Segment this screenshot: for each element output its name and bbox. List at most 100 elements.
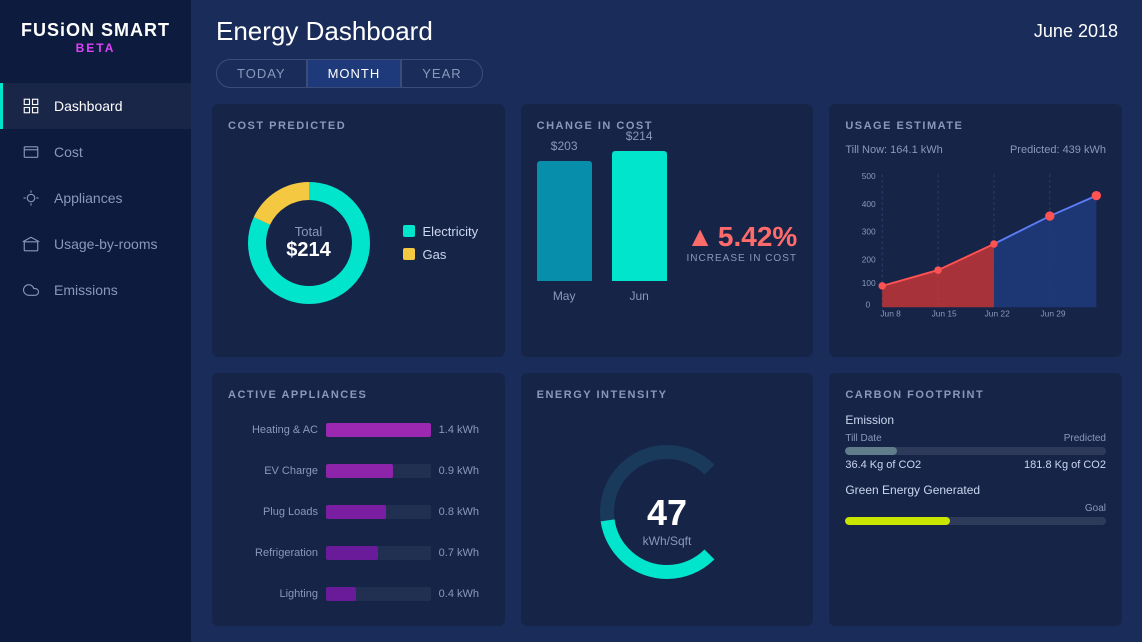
donut-label: Total [286,224,331,239]
dashboard-icon [20,95,42,117]
header-top: Energy Dashboard June 2018 [216,16,1118,47]
appliance-value-lighting: 0.4 kWh [439,588,489,600]
cost-predicted-card: COST PREDICTED Total $214 [212,104,505,357]
appliance-bar-bg-refrigeration [326,546,431,560]
appliance-row-plug: Plug Loads 0.8 kWh [228,505,489,519]
change-content: $203 May $214 Jun ▲5.42% INCREASE IN COS… [537,144,798,341]
sidebar-item-label-cost: Cost [54,144,83,160]
bar-may-label: May [553,289,576,303]
sidebar-item-label-dashboard: Dashboard [54,98,123,114]
till-date-label: Till Date [845,433,881,444]
appliance-bar-fill-lighting [326,587,356,601]
green-energy-section: Green Energy Generated Goal [845,483,1106,529]
beta-label: BETA [20,41,171,55]
change-desc: INCREASE IN COST [686,253,797,264]
sidebar-item-appliances[interactable]: Appliances [0,175,191,221]
cost-icon [20,141,42,163]
appliance-bar-fill-refrigeration [326,546,378,560]
main-content: Energy Dashboard June 2018 TODAY MONTH Y… [192,0,1142,642]
sidebar-item-usage-by-rooms[interactable]: Usage-by-rooms [0,221,191,267]
appliance-bar-bg-lighting [326,587,431,601]
energy-intensity-content: 47 kWh/Sqft [537,413,798,610]
bar-jun-fill [612,151,667,281]
sidebar-item-label-emissions: Emissions [54,282,118,298]
till-now-label: Till Now: 164.1 kWh [845,144,942,156]
svg-text:100: 100 [862,278,876,288]
legend-gas: Gas [403,247,479,262]
usage-rooms-icon [20,233,42,255]
svg-text:400: 400 [862,199,876,209]
appliance-name-lighting: Lighting [228,588,318,600]
sidebar-item-emissions[interactable]: Emissions [0,267,191,313]
emission-bar-fill [845,447,897,455]
electricity-dot [403,225,415,237]
tab-year[interactable]: YEAR [401,59,482,88]
usage-estimate-title: USAGE ESTIMATE [845,120,1106,132]
gauge-chart: 47 kWh/Sqft [587,432,747,592]
svg-text:Jun 22: Jun 22 [985,309,1010,319]
appliance-bar-bg-heating [326,423,431,437]
carbon-footprint-card: CARBON FOOTPRINT Emission Till Date Pred… [829,373,1122,626]
dashboard-grid: COST PREDICTED Total $214 [192,88,1142,642]
emission-predicted: 181.8 Kg of CO2 [1024,459,1106,471]
sidebar-item-label-usage: Usage-by-rooms [54,236,157,252]
donut-value: $214 [286,239,331,262]
appliance-name-refrigeration: Refrigeration [228,547,318,559]
sidebar-item-dashboard[interactable]: Dashboard [0,83,191,129]
cost-predicted-content: Total $214 Electricity Gas [228,144,489,341]
bar-may-value: $203 [551,139,578,153]
change-in-cost-title: CHANGE IN COST [537,120,798,132]
appliance-name-plug: Plug Loads [228,506,318,518]
change-in-cost-card: CHANGE IN COST $203 May $214 Jun [521,104,814,357]
green-bar-bg [845,517,1106,525]
predicted-label: Predicted: 439 kWh [1010,144,1106,156]
carbon-footprint-title: CARBON FOOTPRINT [845,389,1106,401]
usage-header-row: Till Now: 164.1 kWh Predicted: 439 kWh [845,144,1106,156]
sidebar: FUSiON SMART BETA Dashboard Cost Applian… [0,0,192,642]
energy-intensity-title: ENERGY INTENSITY [537,389,798,401]
sidebar-nav: Dashboard Cost Appliances Usage-by-rooms… [0,83,191,642]
date-label: June 2018 [1034,21,1118,42]
cost-bar-chart: $203 May $214 Jun [537,163,671,323]
legend-electricity: Electricity [403,224,479,239]
bar-may-fill [537,161,592,281]
green-bar-fill [845,517,949,525]
gauge-value: 47 [643,492,692,534]
emission-bar-bg [845,447,1106,455]
tab-today[interactable]: TODAY [216,59,307,88]
time-tabs: TODAY MONTH YEAR [216,59,1118,88]
emission-value: 36.4 Kg of CO2 [845,459,921,471]
appliance-row-refrigeration: Refrigeration 0.7 kWh [228,546,489,560]
green-row-labels: Goal [845,503,1106,514]
sidebar-item-cost[interactable]: Cost [0,129,191,175]
sidebar-item-label-appliances: Appliances [54,190,123,206]
header: Energy Dashboard June 2018 TODAY MONTH Y… [192,0,1142,88]
appliance-value-heating: 1.4 kWh [439,424,489,436]
svg-text:0: 0 [866,299,871,309]
appliances-icon [20,187,42,209]
brand-name: FUSiON SMART [20,20,171,41]
tab-month[interactable]: MONTH [307,59,402,88]
usage-chart: 500 400 300 200 100 0 Jun 8 Jun 15 Jun 2… [845,164,1106,341]
appliance-name-ev: EV Charge [228,465,318,477]
bar-may: $203 May [537,139,592,303]
gauge-center: 47 kWh/Sqft [643,492,692,548]
usage-svg: 500 400 300 200 100 0 Jun 8 Jun 15 Jun 2… [845,164,1106,324]
electricity-label: Electricity [423,224,479,239]
gas-dot [403,248,415,260]
predicted-col-label: Predicted [1064,433,1106,444]
energy-intensity-card: ENERGY INTENSITY 47 kWh/Sqft [521,373,814,626]
appliance-value-refrigeration: 0.7 kWh [439,547,489,559]
page-title: Energy Dashboard [216,16,433,47]
appliance-bar-bg-plug [326,505,431,519]
change-percent: ▲5.42% [686,221,797,253]
appliance-value-plug: 0.8 kWh [439,506,489,518]
gas-label: Gas [423,247,447,262]
svg-text:300: 300 [862,227,876,237]
change-arrow: ▲ [686,221,714,252]
appliance-bar-fill-plug [326,505,386,519]
bar-jun-label: Jun [629,289,648,303]
appliance-bar-fill-heating [326,423,431,437]
appliance-value-ev: 0.9 kWh [439,465,489,477]
cost-predicted-title: COST PREDICTED [228,120,489,132]
